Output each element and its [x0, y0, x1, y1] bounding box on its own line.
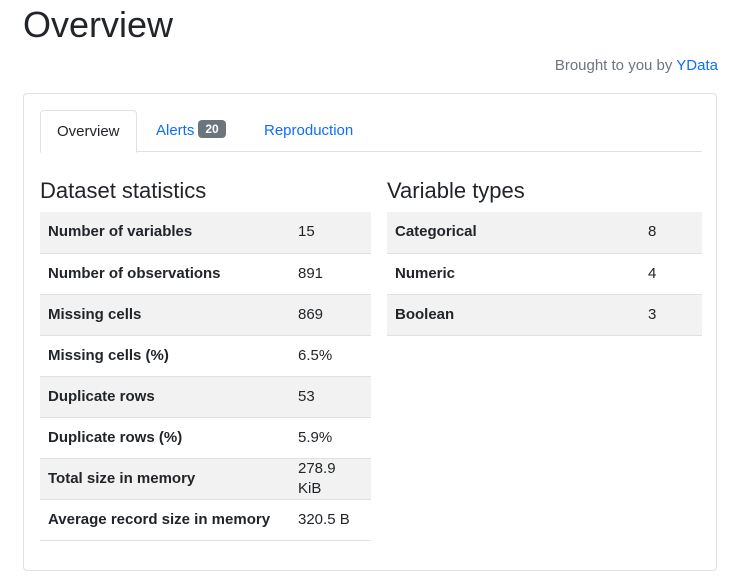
page-title: Overview — [23, 4, 174, 45]
row-label: Missing cells (%) — [48, 346, 169, 364]
tab-overview-label: Overview — [57, 123, 120, 140]
table-row: Average record size in memory 320.5 B — [40, 499, 371, 540]
row-label: Number of variables — [48, 223, 193, 241]
dataset-statistics-table: Number of variables 15 Number of observa… — [40, 212, 371, 541]
table-row: Number of variables 15 — [40, 212, 371, 253]
row-value: 15 — [298, 223, 315, 241]
row-value: 4 — [648, 264, 657, 282]
row-value: 53 — [298, 387, 315, 405]
variable-types-title: Variable types — [387, 178, 525, 203]
variable-types-table: Categorical 8 Numeric 4 Boolean 3 — [387, 212, 702, 336]
table-row: Numeric 4 — [387, 253, 702, 294]
row-value: 6.5% — [298, 346, 333, 364]
table-row: Number of observations 891 — [40, 253, 371, 294]
row-label: Total size in memory — [48, 469, 196, 487]
tab-reproduction[interactable]: Reproduction — [248, 110, 369, 152]
row-value: 8 — [648, 223, 657, 241]
row-value: 3 — [648, 305, 657, 323]
ydata-link[interactable]: YData — [676, 57, 718, 74]
alerts-count-badge: 20 — [198, 120, 226, 138]
credit-prefix: Brought to you by — [554, 57, 677, 74]
credit-line: Brought to you by YData — [555, 56, 718, 76]
tab-alerts[interactable]: Alerts 20 — [140, 110, 242, 152]
overview-card: Overview Alerts 20 Reproduction Dataset s… — [23, 93, 717, 571]
table-row: Duplicate rows (%) 5.9% — [40, 417, 371, 458]
tab-overview[interactable]: Overview — [40, 110, 137, 153]
row-value: 891 — [298, 264, 324, 282]
row-value: 278.9 KiB — [298, 459, 336, 497]
row-value: 869 — [298, 305, 324, 323]
row-value: 5.9% — [298, 428, 333, 446]
row-label: Number of observations — [48, 264, 221, 282]
tab-reproduction-label: Reproduction — [264, 122, 354, 139]
row-label: Duplicate rows — [48, 387, 155, 405]
table-row: Categorical 8 — [387, 212, 702, 253]
row-label: Numeric — [395, 264, 456, 282]
dataset-statistics-section: Dataset statistics Number of variables 1… — [40, 176, 371, 541]
row-value: 320.5 B — [298, 510, 350, 528]
row-label: Boolean — [395, 305, 455, 323]
row-label: Average record size in memory — [48, 510, 271, 528]
table-row: Missing cells 869 — [40, 294, 371, 335]
tab-alerts-label: Alerts — [156, 122, 195, 139]
dataset-statistics-title: Dataset statistics — [40, 178, 207, 203]
table-row: Missing cells (%) 6.5% — [40, 335, 371, 376]
row-label: Missing cells — [48, 305, 142, 323]
row-label: Categorical — [395, 223, 477, 241]
table-row: Total size in memory 278.9 KiB — [40, 458, 371, 499]
variable-types-section: Variable types Categorical 8 Numeric 4 B… — [387, 176, 702, 336]
table-row: Boolean 3 — [387, 294, 702, 335]
row-label: Duplicate rows (%) — [48, 428, 183, 446]
tab-bar: Overview Alerts 20 Reproduction — [40, 110, 702, 153]
table-row: Duplicate rows 53 — [40, 376, 371, 417]
